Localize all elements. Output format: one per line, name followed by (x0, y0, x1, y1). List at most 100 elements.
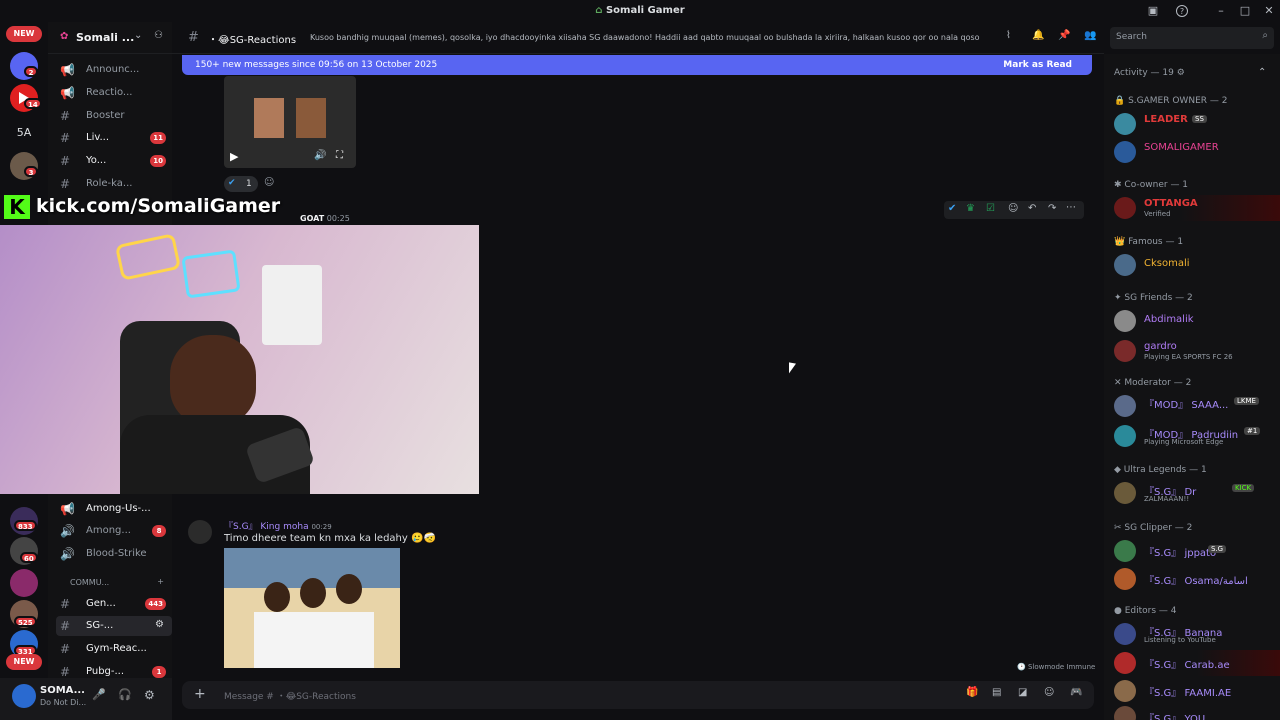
channel-item[interactable]: # Yo... 10 (56, 151, 172, 171)
channel-item[interactable]: # Liv... 11 (56, 128, 172, 148)
member-subtext: Verified (1144, 210, 1171, 218)
channel-item[interactable]: # Booster (56, 106, 172, 126)
channel-item[interactable]: # Gym-Reac... (56, 639, 172, 659)
channel-topic[interactable]: Kusoo bandhig muuqaal (memes), qosolka, … (310, 33, 980, 42)
role-header: ◆ Ultra Legends — 1 (1114, 465, 1207, 475)
avatar[interactable] (12, 684, 36, 708)
message-composer[interactable]: + Message # ・😂SG-Reactions 🎁 ▤ ◪ ☺ 🎮 (182, 681, 1094, 709)
bell-icon[interactable]: 🔔 (1032, 30, 1044, 41)
member-item[interactable]: SOMALIGAMER (1114, 139, 1280, 165)
member-item[interactable]: 『S.G』 YOU... (1114, 704, 1280, 720)
sticker-icon[interactable]: ◪ (1018, 687, 1027, 698)
fullscreen-icon[interactable]: ⛶ (336, 150, 343, 161)
forward-icon[interactable]: ↷ (1048, 203, 1056, 214)
avatar (1114, 340, 1136, 362)
channel-item[interactable]: 🔊 Among... 8 (56, 521, 172, 541)
reply-icon[interactable]: ↶ (1028, 203, 1036, 214)
unread-badge: 1 (152, 666, 166, 678)
channel-name: Among-Us-... (86, 503, 151, 514)
add-reaction-icon[interactable]: ☺ (1008, 203, 1018, 214)
verified-reaction-icon[interactable]: ✔ (948, 203, 956, 214)
speaker-icon: 🔊 (60, 547, 75, 561)
member-name: 『S.G』 YOU... (1144, 714, 1215, 720)
message-author[interactable]: 『S.G』 King moha 00:29 (224, 519, 332, 532)
crown-icon[interactable]: ♛ (966, 203, 975, 214)
image-person (300, 578, 326, 608)
new-messages-banner[interactable]: 150+ new messages since 09:56 on 13 Octo… (182, 55, 1092, 75)
gif-icon[interactable]: ▤ (992, 687, 1001, 698)
member-item[interactable]: 『MOD』 Padrudiin #1 Playing Microsoft Edge (1114, 423, 1280, 449)
member-item[interactable]: gardro Playing EA SPORTS FC 26 (1114, 338, 1280, 364)
member-item[interactable]: 『S.G』 FAAMI.AE (1114, 678, 1280, 704)
add-attachment-icon[interactable]: + (194, 686, 206, 702)
search-input[interactable]: Search ⌕ (1110, 27, 1274, 49)
guild-name: Somali ... (76, 31, 135, 44)
add-member-icon[interactable]: ⚇ (154, 30, 163, 41)
pin-icon[interactable]: 📌 (1058, 30, 1070, 41)
member-item[interactable]: 『MOD』 SAAA... LKME (1114, 393, 1280, 419)
member-tag: KICK (1232, 484, 1255, 492)
channel-item[interactable]: 🔊 Blood-Strike (56, 544, 172, 564)
avatar (1114, 254, 1136, 276)
member-item[interactable]: LEADER SS (1114, 111, 1280, 137)
maximize-icon[interactable]: □ (1238, 4, 1252, 18)
apps-icon[interactable]: 🎮 (1070, 687, 1082, 698)
server-icon[interactable] (10, 569, 38, 597)
member-item[interactable]: 『S.G』 Dr KICK ZALMAAAN!! (1114, 480, 1280, 506)
settings-icon[interactable]: ⚙ (155, 619, 164, 630)
minimize-icon[interactable]: – (1214, 4, 1228, 18)
members-icon[interactable]: 👥 (1084, 30, 1096, 41)
category-header[interactable]: COMMU... + (56, 574, 172, 594)
hash-icon: # (60, 619, 71, 633)
microphone-icon[interactable]: 🎤 (92, 688, 106, 701)
emoji-icon[interactable]: ☺ (1044, 687, 1054, 698)
gift-icon[interactable]: 🎁 (966, 687, 978, 698)
search-icon: ⌕ (1262, 30, 1268, 41)
channel-name: Blood-Strike (86, 548, 147, 559)
member-item[interactable]: 『S.G』 jppato S.G (1114, 538, 1280, 564)
add-reaction-icon[interactable]: ☺ (264, 177, 274, 188)
member-item[interactable]: 『S.G』 Banana Listening to YouTube (1114, 621, 1280, 647)
mark-as-read-button[interactable]: Mark as Read (1003, 60, 1072, 70)
add-channel-icon[interactable]: + (157, 577, 164, 586)
member-item[interactable]: 『S.G』 Osama/اسامة (1114, 566, 1280, 592)
server-badge: 3 (24, 166, 38, 177)
member-subtext: ZALMAAAN!! (1144, 495, 1190, 503)
channel-item[interactable]: 📢 Announc... (56, 60, 172, 80)
role-title: SG Clipper — 2 (1124, 523, 1193, 533)
avatar (1114, 568, 1136, 590)
channel-item[interactable]: 📢 Among-Us-... (56, 499, 172, 519)
hash-icon: # (60, 597, 71, 611)
activity-header[interactable]: Activity — 19 ⚙ (1114, 68, 1185, 78)
more-icon[interactable]: ⋯ (1066, 202, 1076, 213)
image-attachment[interactable] (224, 548, 400, 668)
member-name: gardro (1144, 341, 1177, 352)
settings-icon[interactable]: ⚙ (144, 688, 155, 702)
server-5a[interactable]: 5A (10, 119, 38, 147)
avatar[interactable] (188, 520, 212, 544)
play-icon[interactable]: ▶ (230, 150, 238, 163)
member-item[interactable]: Cksomali (1114, 252, 1280, 278)
member-item[interactable]: Abdimalik (1114, 308, 1280, 334)
close-icon[interactable]: ✕ (1262, 4, 1276, 18)
volume-icon[interactable]: 🔊 (314, 150, 326, 161)
headphones-icon[interactable]: 🎧 (118, 688, 132, 701)
avatar (1114, 623, 1136, 645)
channel-item[interactable]: 📢 Reactio... (56, 83, 172, 103)
check-icon[interactable]: ☑ (986, 203, 995, 214)
threads-icon[interactable]: ⌇ (1006, 30, 1011, 41)
guild-header[interactable]: ✿ Somali ... ⌄ ⚇ (48, 22, 172, 54)
channel-item[interactable]: # Gen... 443 (56, 594, 172, 614)
server-badge: 60 (20, 552, 38, 563)
channel-item-active[interactable]: # SG-... ⚙ (56, 616, 172, 636)
collapse-icon[interactable]: ⌃ (1258, 67, 1266, 78)
channel-name: Booster (86, 110, 125, 121)
reaction[interactable]: ✔ 1 (224, 176, 258, 192)
help-icon[interactable]: ? (1176, 5, 1188, 17)
video-attachment[interactable]: ▶ 🔊 ⛶ (224, 76, 356, 168)
role-title: Co-owner — 1 (1124, 180, 1189, 190)
member-item[interactable]: OTTANGA Verified (1114, 195, 1280, 221)
inbox-icon[interactable]: ▣ (1146, 4, 1160, 18)
channel-item[interactable]: # Role-ka... (56, 174, 172, 194)
member-item[interactable]: 『S.G』 Carab.ae (1114, 650, 1280, 676)
